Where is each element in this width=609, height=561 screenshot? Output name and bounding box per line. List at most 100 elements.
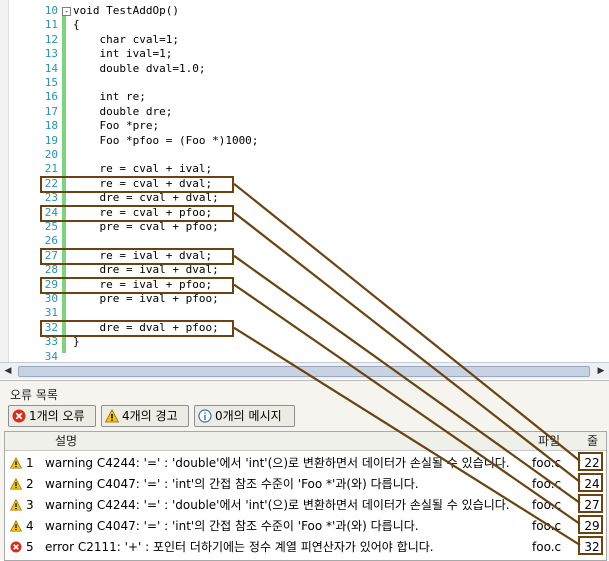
line-number: 25 — [44, 220, 58, 233]
scroll-right-icon[interactable]: ▶ — [595, 365, 607, 377]
scrollbar-thumb[interactable] — [18, 366, 590, 377]
line-number: 33 — [44, 335, 58, 349]
code-line[interactable]: 16 int re; — [0, 90, 600, 104]
line-number: 19 — [44, 133, 58, 147]
line-number: 17 — [44, 104, 58, 118]
code-line[interactable]: 21 re = cval + ival; — [0, 162, 600, 176]
error-list-row[interactable]: 1 warning C4244: '=' : 'double'에서 'int'(으… — [5, 452, 606, 474]
collapse-icon[interactable]: - — [62, 7, 71, 16]
code-line[interactable]: 13 int ival=1; — [0, 47, 600, 61]
error-file: foo.c — [532, 498, 562, 512]
code-highlight-box — [40, 175, 234, 193]
errors-filter-button[interactable]: 1개의 오류 — [8, 405, 96, 427]
error-list-header: 설명 파일 줄 — [5, 432, 606, 451]
code-text: Foo *pre; — [73, 119, 160, 133]
column-header-line[interactable]: 줄 — [587, 432, 598, 450]
code-text: pre = cval + pfoo; — [73, 220, 219, 233]
error-icon — [12, 409, 26, 423]
line-number: 20 — [44, 148, 58, 161]
code-text: dre = cval + dval; — [73, 191, 219, 205]
column-header-description[interactable]: 설명 — [55, 432, 77, 450]
warnings-filter-label: 4개의 경고 — [122, 409, 178, 423]
line-number: 10 — [44, 4, 58, 17]
line-number: 34 — [44, 349, 58, 362]
error-list-panel: 오류 목록 1개의 오류 4개의 경고 0개의 메시지 설명 파일 줄 1 wa… — [0, 380, 609, 561]
line-number: 11 — [44, 18, 58, 32]
messages-filter-button[interactable]: 0개의 메시지 — [194, 405, 295, 427]
line-number: 13 — [44, 47, 58, 61]
error-file: foo.c — [532, 540, 562, 554]
line-number: 30 — [44, 292, 58, 305]
code-line[interactable]: 30 pre = ival + pfoo; — [0, 292, 600, 306]
line-number: 16 — [44, 90, 58, 104]
line-highlight-box — [578, 515, 603, 534]
code-text: void TestAddOp() — [73, 4, 179, 17]
line-highlight-box — [578, 452, 603, 471]
code-line[interactable]: 19 Foo *pfoo = (Foo *)1000; — [0, 134, 600, 148]
code-text: pre = ival + pfoo; — [73, 292, 219, 305]
code-line[interactable]: 25 pre = cval + pfoo; — [0, 220, 600, 234]
line-number: 18 — [44, 119, 58, 133]
error-index: 1 — [26, 456, 34, 470]
warnings-filter-button[interactable]: 4개의 경고 — [101, 405, 189, 427]
error-description: error C2111: '+' : 포인터 더하기에는 정수 계열 피연산자가… — [45, 540, 434, 554]
error-file: foo.c — [532, 456, 562, 470]
code-highlight-box — [40, 276, 234, 294]
code-line[interactable]: 20 — [0, 148, 600, 162]
error-file: foo.c — [532, 519, 562, 533]
line-number: 15 — [44, 76, 58, 89]
code-text: int re; — [73, 90, 146, 104]
error-description: warning C4047: '=' : 'int'의 간접 참조 수준이 'F… — [45, 519, 419, 533]
messages-filter-label: 0개의 메시지 — [215, 409, 282, 423]
code-line[interactable]: 31 — [0, 306, 600, 320]
code-text: char cval=1; — [73, 32, 179, 46]
error-index: 4 — [26, 519, 34, 533]
line-number: 31 — [44, 306, 58, 320]
code-line[interactable]: 18 Foo *pre; — [0, 119, 600, 133]
code-text: Foo *pfoo = (Foo *)1000; — [73, 133, 259, 147]
code-line[interactable]: 14 double dval=1.0; — [0, 62, 600, 76]
column-header-file[interactable]: 파일 — [538, 432, 560, 450]
warning-icon — [105, 409, 119, 423]
error-icon — [10, 541, 22, 553]
error-list-row[interactable]: 5 error C2111: '+' : 포인터 더하기에는 정수 계열 피연산자… — [5, 536, 606, 558]
code-text: double dre; — [73, 104, 173, 118]
errors-filter-label: 1개의 오류 — [29, 409, 85, 423]
line-number: 28 — [44, 263, 58, 277]
error-list-toolbar: 1개의 오류 4개의 경고 0개의 메시지 — [6, 405, 606, 429]
line-number: 26 — [44, 234, 58, 248]
code-line[interactable]: 26 — [0, 234, 600, 248]
code-line[interactable]: 33} — [0, 335, 600, 349]
code-line[interactable]: 15 — [0, 76, 600, 90]
code-line[interactable]: 11 { — [0, 18, 600, 32]
error-description: warning C4244: '=' : 'double'에서 'int'(으)… — [45, 498, 510, 512]
code-line[interactable]: 28 dre = ival + dval; — [0, 263, 600, 277]
code-line[interactable]: 10- void TestAddOp() — [0, 4, 600, 18]
line-number: 14 — [44, 61, 58, 75]
error-list-table: 설명 파일 줄 1 warning C4244: '=' : 'double'에서… — [4, 431, 607, 561]
warning-icon — [10, 478, 22, 490]
error-list-row[interactable]: 2 warning C4047: '=' : 'int'의 간접 참조 수준이 '… — [5, 473, 606, 495]
error-index: 2 — [26, 477, 34, 491]
horizontal-scrollbar[interactable]: ◀ ▶ — [0, 362, 609, 379]
code-line[interactable]: 34 — [0, 350, 600, 362]
scroll-left-icon[interactable]: ◀ — [2, 365, 14, 377]
code-highlight-box — [40, 319, 234, 337]
error-file: foo.c — [532, 477, 562, 491]
error-index: 5 — [26, 540, 34, 554]
error-list-row[interactable]: 3 warning C4244: '=' : 'double'에서 'int'(으… — [5, 494, 606, 516]
code-line[interactable]: 12 char cval=1; — [0, 33, 600, 47]
code-text: dre = ival + dval; — [73, 263, 219, 277]
code-line[interactable]: 23 dre = cval + dval; — [0, 191, 600, 205]
code-text: int ival=1; — [73, 47, 173, 61]
line-highlight-box — [578, 473, 603, 492]
code-text: { — [73, 18, 80, 32]
line-number: 21 — [44, 162, 58, 176]
code-text: re = cval + ival; — [73, 162, 213, 176]
code-highlight-box — [40, 247, 234, 265]
error-description: warning C4244: '=' : 'double'에서 'int'(으)… — [45, 456, 510, 470]
error-description: warning C4047: '=' : 'int'의 간접 참조 수준이 'F… — [45, 477, 419, 491]
error-list-row[interactable]: 4 warning C4047: '=' : 'int'의 간접 참조 수준이 '… — [5, 515, 606, 537]
code-highlight-box — [40, 204, 234, 222]
code-line[interactable]: 17 double dre; — [0, 105, 600, 119]
